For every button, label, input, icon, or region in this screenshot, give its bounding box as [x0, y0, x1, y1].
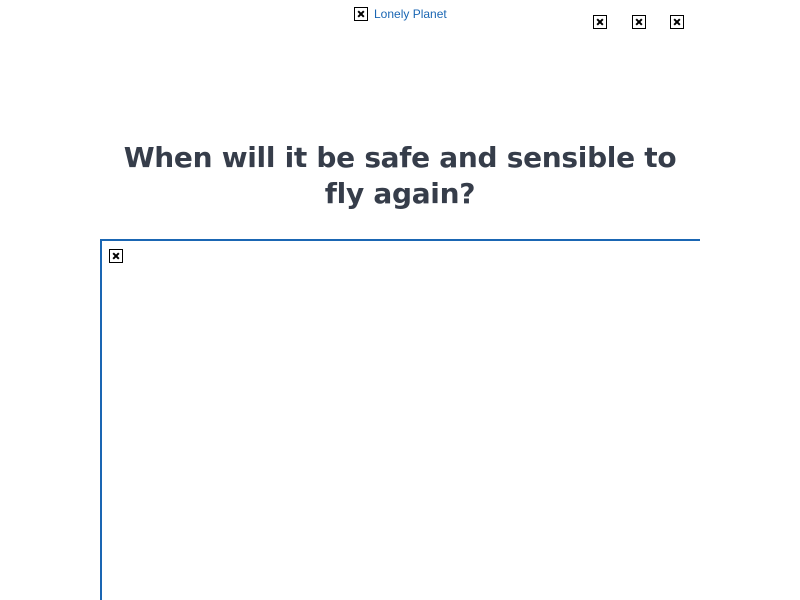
social-share-bar — [593, 15, 688, 31]
page: Lonely Planet When will it be safe and s… — [0, 0, 800, 600]
logo-alt-text: Lonely Planet — [374, 7, 447, 21]
facebook-share-icon[interactable] — [593, 15, 607, 29]
broken-image-icon — [109, 249, 123, 263]
article-hero-image-frame — [100, 239, 700, 600]
twitter-share-icon[interactable] — [632, 15, 646, 29]
article-title: When will it be safe and sensible to fly… — [123, 141, 677, 210]
email-share-icon[interactable] — [670, 15, 684, 29]
lonely-planet-logo-link[interactable]: Lonely Planet — [354, 7, 447, 21]
broken-image-icon — [354, 7, 368, 21]
